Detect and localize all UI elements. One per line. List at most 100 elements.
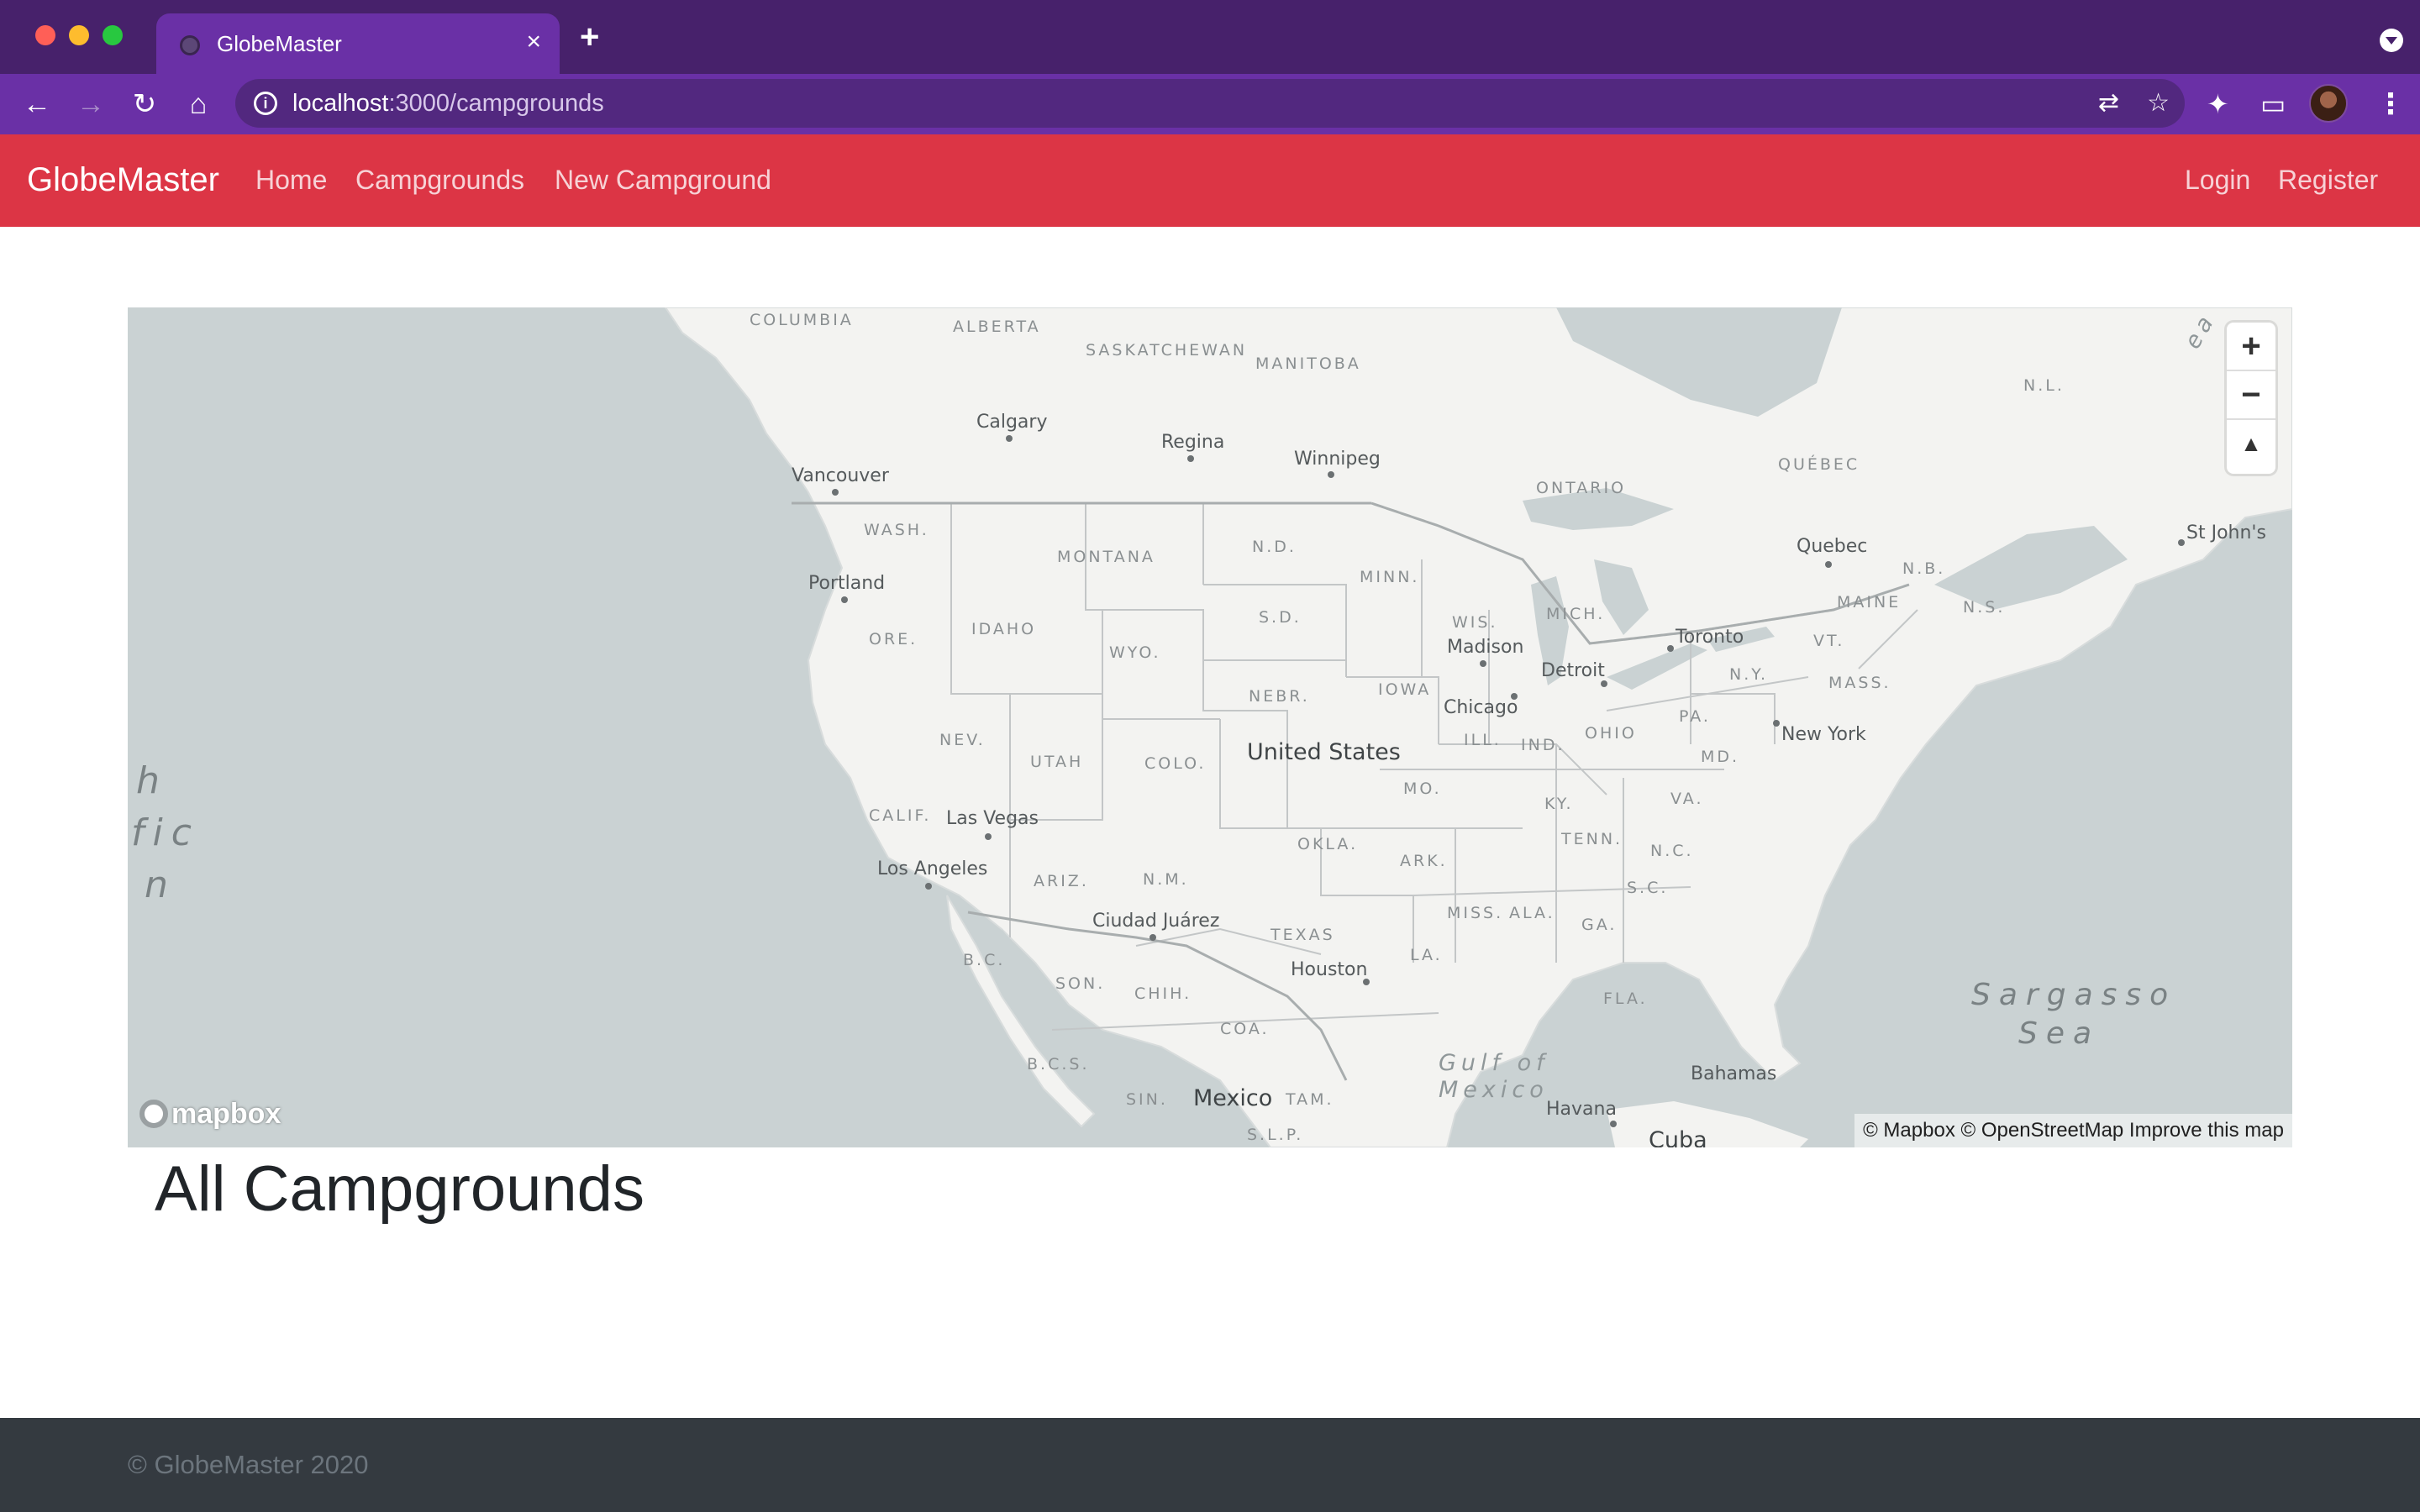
map-label: TEXAS (1270, 926, 1335, 944)
forward-icon[interactable]: → (74, 87, 108, 121)
map-label: IND. (1521, 736, 1565, 754)
map-city-label: Calgary (976, 412, 1048, 433)
cast-icon[interactable]: ▭ (2260, 87, 2286, 121)
map-label: ILL. (1464, 731, 1502, 749)
map-label: WIS. (1452, 613, 1498, 632)
nav-link-register[interactable]: Register (2278, 163, 2378, 197)
map-label: B.C.S. (1027, 1055, 1090, 1074)
map-label: SIN. (1126, 1090, 1168, 1109)
map-city-label: Regina (1161, 432, 1225, 453)
brand-link[interactable]: GlobeMaster (27, 160, 219, 200)
cuba-island (1607, 1101, 1808, 1147)
tab-search-icon[interactable] (2380, 29, 2403, 52)
map-label: MISS. (1447, 904, 1504, 922)
map-country-label: Mexico (1193, 1085, 1273, 1111)
translate-icon[interactable]: ⇄ (2098, 91, 2119, 116)
map-water-label: Mexico (1439, 1077, 1549, 1103)
mapbox-logo-text: mapbox (171, 1098, 281, 1130)
map-water-label: Sea (2018, 1016, 2101, 1051)
tab-close-icon[interactable]: × (526, 27, 541, 57)
map-label: S.L.P. (1247, 1126, 1304, 1144)
map-label: N.D. (1252, 538, 1297, 556)
map-city-label: Houston (1291, 959, 1368, 980)
home-icon[interactable]: ⌂ (182, 87, 215, 121)
map-label: N.C. (1650, 842, 1694, 860)
map-city-label: Las Vegas (946, 808, 1039, 829)
map-label: MO. (1403, 780, 1442, 798)
browser-menu-icon[interactable]: ⋮ (2376, 87, 2405, 121)
cluster-map[interactable]: COLUMBIA ALBERTA SASKATCHEWAN MANITOBA O… (128, 307, 2292, 1147)
extensions-icon[interactable]: ✦ (2207, 87, 2229, 121)
map-label: ARK. (1400, 852, 1448, 870)
map-label: MANITOBA (1255, 354, 1361, 373)
map-label: MAINE (1837, 593, 1902, 612)
map-label: VA. (1670, 790, 1704, 808)
map-city-label: Los Angeles (877, 858, 988, 879)
map-label: N.M. (1143, 870, 1189, 889)
zoom-in-button[interactable]: + (2227, 323, 2275, 371)
info-icon[interactable]: i (254, 92, 277, 115)
map-label: VT. (1813, 632, 1845, 650)
mapbox-logo[interactable]: mapbox (139, 1097, 281, 1131)
map-label: N.B. (1902, 559, 1946, 578)
map-label: UTAH (1030, 753, 1084, 771)
map-city-label: New York (1781, 724, 1866, 745)
map-label: S.D. (1259, 608, 1302, 627)
map-label: COA. (1220, 1020, 1270, 1038)
map-water-label: n (145, 864, 176, 906)
bookmark-star-icon[interactable]: ☆ (2147, 91, 2170, 116)
map-label: COLUMBIA (750, 311, 854, 329)
map-label: N.S. (1963, 598, 2006, 617)
map-attribution[interactable]: © Mapbox © OpenStreetMap Improve this ma… (1854, 1114, 2292, 1147)
map-navigation-control: + − ▲ (2227, 323, 2275, 474)
close-window-button[interactable] (35, 25, 55, 45)
map-city-label: Detroit (1541, 660, 1605, 681)
maximize-window-button[interactable] (103, 25, 123, 45)
url-text[interactable]: localhost:3000/campgrounds (292, 88, 604, 118)
map-city-label: Chicago (1444, 697, 1518, 718)
map-label: FLA. (1603, 990, 1648, 1008)
map-water-label: h (136, 759, 168, 802)
map-label: OKLA. (1297, 835, 1359, 853)
map-city-label: Portland (808, 573, 886, 594)
compass-icon[interactable]: ▲ (2227, 420, 2275, 469)
address-bar[interactable]: i localhost:3000/campgrounds ⇄ ☆ (235, 79, 2185, 128)
reload-icon[interactable]: ↻ (128, 87, 161, 121)
map-label: NEBR. (1249, 687, 1310, 706)
map-label: N.Y. (1729, 665, 1769, 684)
map-label: OHIO (1585, 724, 1637, 743)
url-host: localhost (292, 90, 389, 117)
nav-link-campgrounds[interactable]: Campgrounds (355, 163, 524, 197)
nav-link-new-campground[interactable]: New Campground (555, 163, 771, 197)
tab-title: GlobeMaster (217, 31, 342, 56)
map-city-label: Winnipeg (1294, 449, 1381, 470)
map-label: MICH. (1546, 605, 1606, 623)
zoom-out-button[interactable]: − (2227, 371, 2275, 420)
map-label: S.C. (1627, 879, 1669, 897)
map-label: WYO. (1109, 643, 1161, 662)
nav-link-home[interactable]: Home (255, 163, 327, 197)
map-city-label: St John's (2186, 522, 2266, 543)
nav-link-login[interactable]: Login (2185, 163, 2250, 197)
map-label: QUÉBEC (1778, 455, 1860, 474)
back-icon[interactable]: ← (20, 87, 54, 121)
profile-avatar[interactable] (2309, 84, 2348, 123)
map-label: MINN. (1360, 568, 1420, 586)
map-city-label: Toronto (1676, 627, 1744, 648)
browser-tab[interactable]: GlobeMaster × (156, 13, 560, 74)
map-city-label: Vancouver (792, 465, 889, 486)
map-label: MD. (1701, 748, 1740, 766)
footer-copyright: © GlobeMaster 2020 (128, 1450, 369, 1479)
browser-toolbar: ← → ↻ ⌂ i localhost:3000/campgrounds ⇄ ☆… (0, 74, 2420, 134)
new-tab-button[interactable]: + (580, 20, 599, 54)
site-footer: © GlobeMaster 2020 (0, 1418, 2420, 1512)
map-city-label: Quebec (1797, 536, 1868, 557)
map-label: WASH. (864, 521, 929, 539)
minimize-window-button[interactable] (69, 25, 89, 45)
page-title: All Campgrounds (155, 1153, 644, 1225)
map-water-label: Gulf of (1439, 1050, 1549, 1076)
map-water-label: Sargasso (1971, 978, 2177, 1012)
map-water-label: fic (131, 811, 200, 854)
map-country-label: United States (1247, 739, 1401, 765)
map-city-label: Havana (1546, 1099, 1617, 1120)
